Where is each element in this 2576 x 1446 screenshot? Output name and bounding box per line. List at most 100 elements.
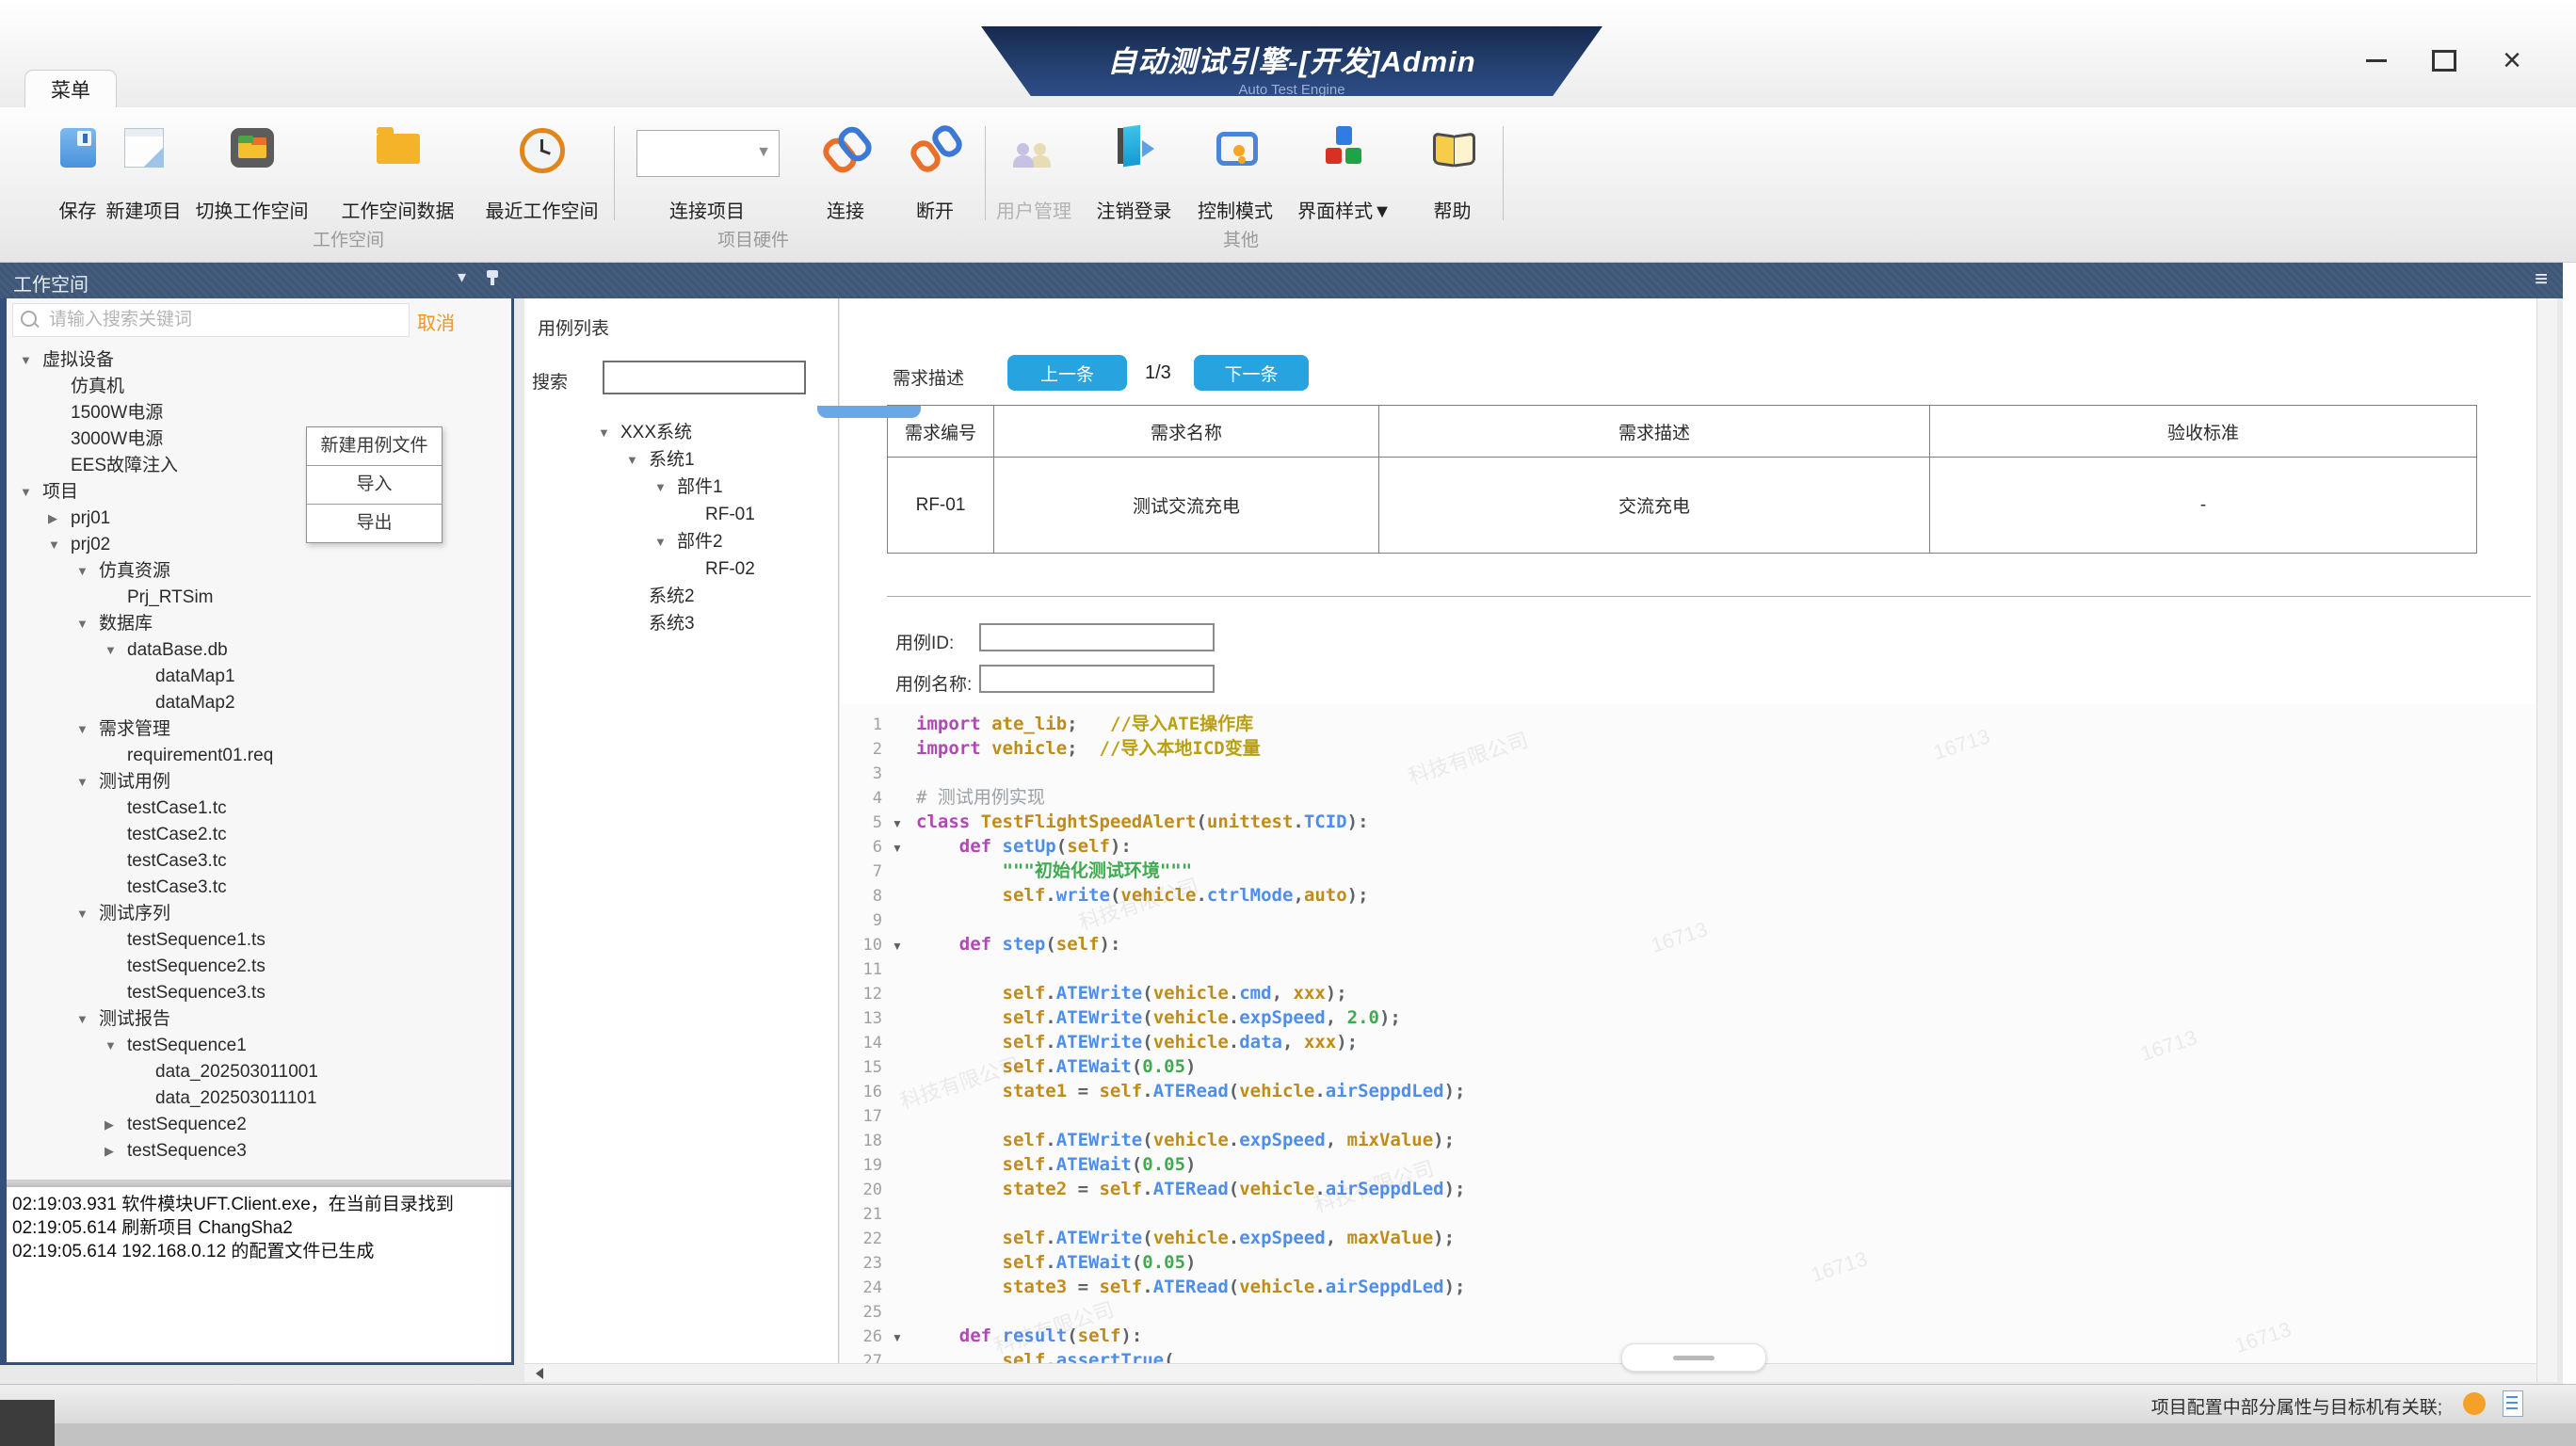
tab-menu[interactable]: 菜单	[24, 70, 117, 108]
new-project-button[interactable]: 新建项目	[99, 122, 188, 222]
code-line: 20 state2 = self.ATERead(vehicle.airSepp…	[841, 1177, 2536, 1201]
tree-expand-icon[interactable]: ▼	[20, 347, 42, 374]
scroll-left-icon[interactable]	[530, 1368, 543, 1379]
horizontal-scrollbar[interactable]	[524, 1363, 2536, 1382]
tree-item[interactable]: Prj_RTSim	[7, 585, 511, 611]
tree-expand-icon[interactable]: ▼	[76, 558, 99, 585]
case-search-input[interactable]	[603, 361, 806, 394]
control-mode-button[interactable]: 控制模式	[1184, 122, 1286, 222]
line-number: 8	[841, 884, 892, 908]
sidebar-search-input[interactable]	[47, 306, 407, 334]
tree-item[interactable]: dataMap2	[7, 690, 511, 716]
tree-expand-icon[interactable]: ▼	[654, 528, 677, 555]
next-button[interactable]: 下一条	[1194, 355, 1309, 391]
case-name-input[interactable]	[979, 665, 1215, 693]
tree-expand-icon[interactable]: ▼	[76, 769, 99, 795]
ui-style-button[interactable]: 界面样式▼	[1288, 122, 1401, 222]
tree-item[interactable]: ▼仿真资源	[7, 558, 511, 585]
code-line: 7 """初始化测试环境"""	[841, 859, 2536, 883]
tree-item[interactable]: testSequence1.ts	[7, 927, 511, 954]
title-bar: 自动测试引擎-[开发]Admin Auto Test Engine × 菜单	[0, 0, 2576, 107]
close-button[interactable]: ×	[2491, 41, 2533, 79]
tree-item[interactable]: ▼测试报告	[7, 1006, 511, 1033]
pin-icon[interactable]	[491, 270, 494, 285]
sidebar-header-title: 工作空间	[13, 269, 89, 297]
tree-item[interactable]: ▼dataBase.db	[7, 637, 511, 664]
tree-expand-icon[interactable]: ▼	[598, 419, 620, 446]
tree-item[interactable]: 系统3	[524, 610, 838, 637]
tree-item[interactable]: 系统2	[524, 583, 838, 610]
tree-item[interactable]: ▼部件2	[524, 528, 838, 555]
minimize-button[interactable]	[2356, 41, 2397, 79]
tree-expand-icon[interactable]: ▼	[105, 1033, 127, 1059]
tree-item[interactable]: testCase3.tc	[7, 848, 511, 875]
status-warning-icon[interactable]	[2463, 1392, 2486, 1415]
case-id-input[interactable]	[979, 623, 1215, 651]
tree-expand-icon[interactable]: ▼	[654, 474, 677, 501]
maximize-button[interactable]	[2423, 41, 2465, 79]
tree-item[interactable]: ▼虚拟设备	[7, 347, 511, 374]
fold-arrow-icon[interactable]: ▼	[892, 934, 916, 958]
tree-expand-icon[interactable]: ▼	[626, 446, 649, 474]
tree-item[interactable]: testCase3.tc	[7, 875, 511, 901]
tree-item[interactable]: ▼需求管理	[7, 716, 511, 743]
tree-expand-icon[interactable]: ▼	[76, 611, 99, 637]
tree-item[interactable]: dataMap1	[7, 664, 511, 690]
tree-expand-icon[interactable]: ▼	[76, 716, 99, 743]
tree-expand-icon[interactable]: ▶	[48, 506, 71, 532]
tree-item[interactable]: testSequence2.ts	[7, 954, 511, 980]
tree-item[interactable]: ▼testSequence1	[7, 1033, 511, 1059]
tree-item-label: 仿真资源	[99, 561, 170, 581]
logout-button[interactable]: 注销登录	[1085, 122, 1183, 222]
context-menu-item[interactable]: 导入	[307, 466, 442, 505]
status-document-icon[interactable]	[2503, 1390, 2523, 1417]
previous-button[interactable]: 上一条	[1007, 355, 1127, 391]
disconnect-button[interactable]: 断开	[897, 122, 973, 222]
tree-expand-icon[interactable]: ▼	[48, 532, 71, 558]
tree-item[interactable]: ▼系统1	[524, 446, 838, 474]
tree-item[interactable]: requirement01.req	[7, 743, 511, 769]
fold-arrow-icon[interactable]: ▼	[892, 1326, 916, 1350]
tree-expand-icon[interactable]: ▼	[105, 637, 127, 664]
fold-arrow-icon[interactable]: ▼	[892, 836, 916, 860]
tree-expand-icon[interactable]: ▼	[76, 901, 99, 927]
tree-item[interactable]: ▶testSequence3	[7, 1138, 511, 1165]
tree-item[interactable]: data_202503011001	[7, 1059, 511, 1085]
tree-expand-icon[interactable]: ▼	[20, 479, 42, 506]
sidebar-splitter[interactable]	[7, 1180, 511, 1187]
tree-expand-icon[interactable]: ▼	[76, 1006, 99, 1033]
tree-item[interactable]: 1500W电源	[7, 400, 511, 426]
code-editor[interactable]: 科技有限公司16713科技有限公司16713科技有限公司16713科技有限公司1…	[841, 704, 2536, 1363]
tree-item[interactable]: testCase2.tc	[7, 822, 511, 848]
panel-header-strip: 工作空间 ▾ ≡	[0, 263, 2563, 298]
tree-item[interactable]: data_202503011101	[7, 1085, 511, 1112]
switch-workspace-button[interactable]: 切换工作空间	[188, 122, 315, 222]
tree-expand-icon[interactable]: ▶	[105, 1138, 127, 1165]
tree-item[interactable]: RF-01	[524, 501, 838, 528]
workspace-data-button[interactable]: 工作空间数据	[334, 122, 461, 222]
recent-workspace-button[interactable]: 最近工作空间	[478, 122, 605, 222]
code-token	[970, 811, 980, 832]
tree-item[interactable]: testSequence3.ts	[7, 980, 511, 1006]
code-token: );	[1433, 1130, 1455, 1150]
tree-item[interactable]: ▼部件1	[524, 474, 838, 501]
hamburger-menu-icon[interactable]: ≡	[2535, 266, 2548, 293]
tree-item[interactable]: 仿真机	[7, 374, 511, 400]
connect-button[interactable]: 连接	[808, 122, 883, 222]
tree-item[interactable]: ▼测试序列	[7, 901, 511, 927]
chevron-down-icon[interactable]: ▾	[458, 267, 466, 287]
tree-item[interactable]: RF-02	[524, 555, 838, 583]
context-menu-item[interactable]: 导出	[307, 505, 442, 542]
search-cancel-link[interactable]: 取消	[417, 308, 455, 335]
tree-item[interactable]: ▼数据库	[7, 611, 511, 637]
tree-expand-icon[interactable]: ▶	[105, 1112, 127, 1138]
tree-item[interactable]: ▼XXX系统	[524, 419, 838, 446]
tree-item[interactable]: ▶testSequence2	[7, 1112, 511, 1138]
tree-item[interactable]: testCase1.tc	[7, 795, 511, 822]
context-menu-item[interactable]: 新建用例文件	[307, 427, 442, 466]
help-button[interactable]: 帮助	[1412, 122, 1492, 222]
tree-item[interactable]: ▼测试用例	[7, 769, 511, 795]
scrollbar-thumb-pill[interactable]	[1621, 1343, 1766, 1372]
fold-arrow-icon[interactable]: ▼	[892, 811, 916, 836]
vertical-scrollbar[interactable]	[2536, 298, 2557, 1382]
